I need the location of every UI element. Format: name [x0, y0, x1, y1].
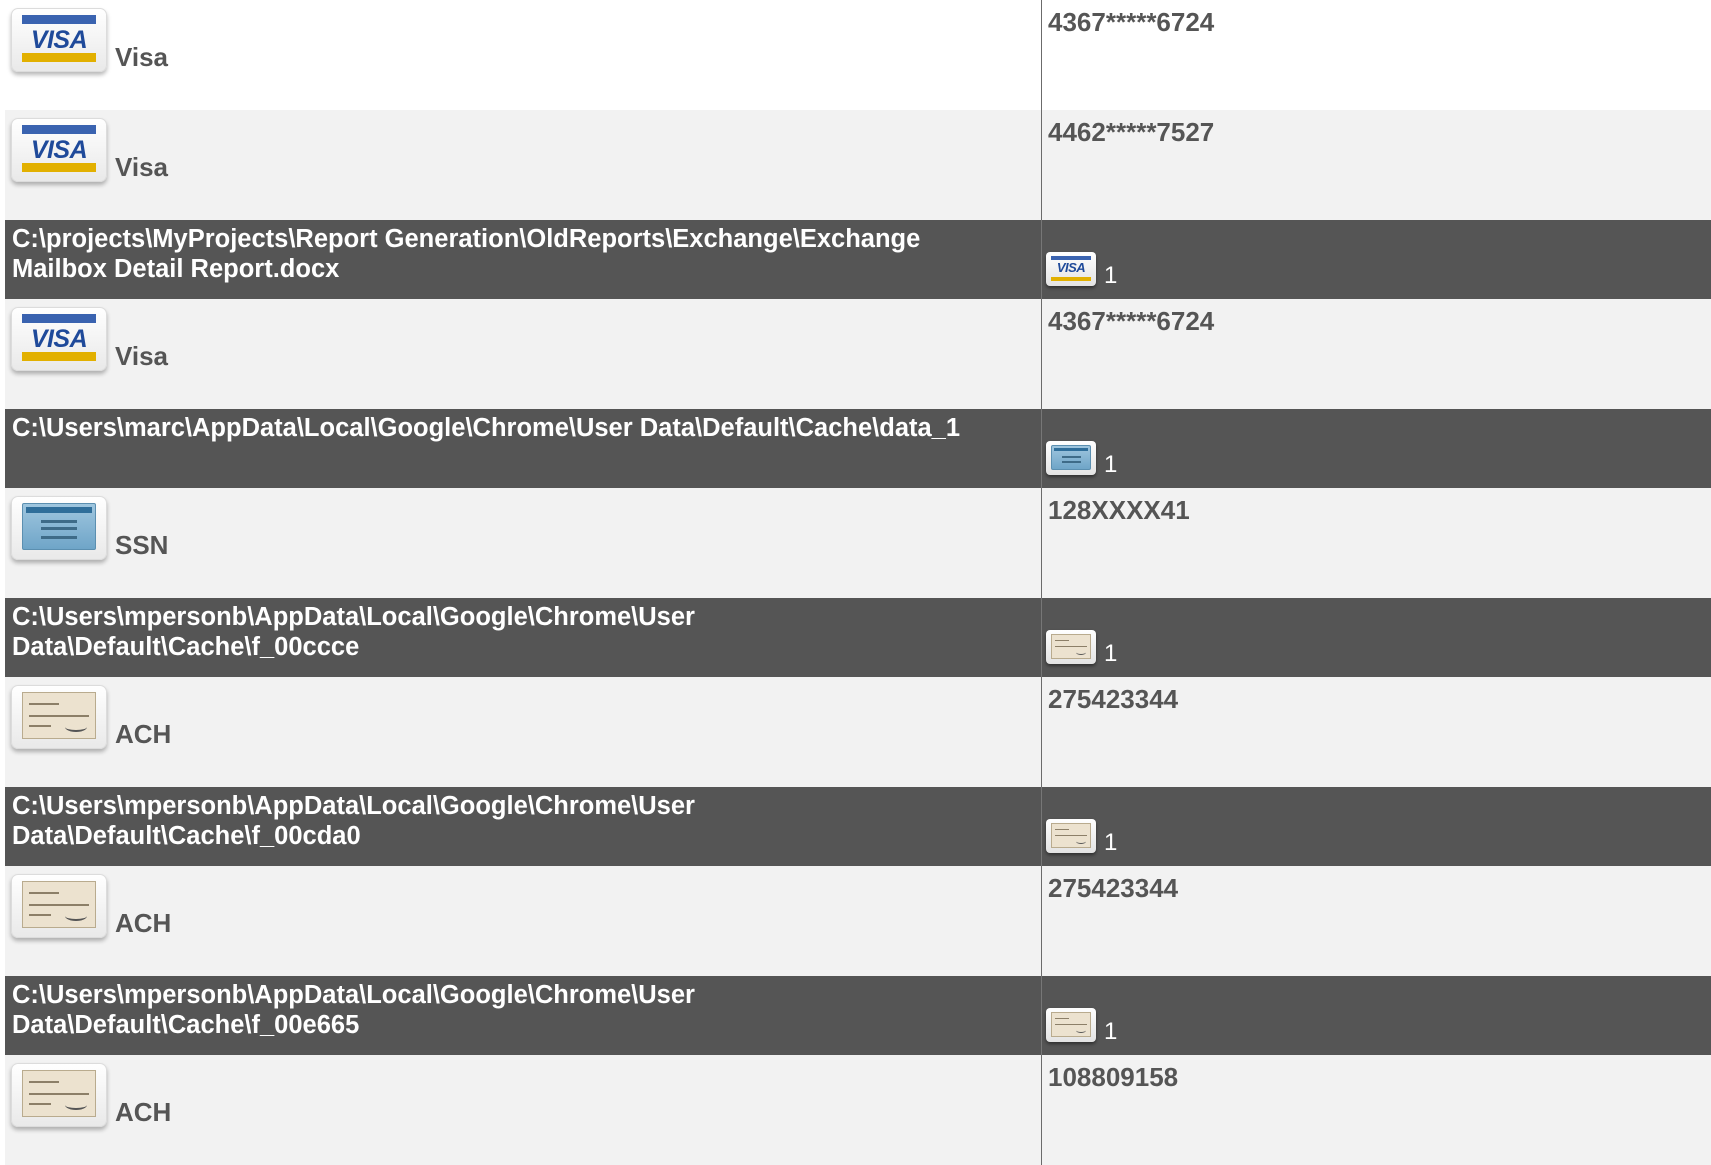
column-divider	[1041, 409, 1042, 488]
column-divider	[1041, 1055, 1042, 1165]
item-row: SSN 128XXXX41	[5, 488, 1711, 598]
item-row: ACH 275423344	[5, 866, 1711, 976]
item-type-label: SSN	[115, 530, 169, 560]
column-divider	[1041, 299, 1042, 409]
visa-card-icon: VISA	[11, 307, 107, 371]
item-value: 4367*****6724	[1048, 306, 1215, 336]
file-row[interactable]: C:\Users\mpersonb\AppData\Local\Google\C…	[5, 598, 1711, 677]
column-divider	[1041, 598, 1042, 677]
check-icon	[11, 874, 107, 938]
check-icon	[1046, 1008, 1096, 1042]
item-value: 128XXXX41	[1048, 495, 1190, 525]
item-type-label: ACH	[115, 719, 172, 749]
visa-card-icon: VISA	[11, 118, 107, 182]
file-path: C:\Users\marc\AppData\Local\Google\Chrom…	[12, 414, 961, 442]
visa-card-icon: VISA	[11, 8, 107, 72]
item-value: 4462*****7527	[1048, 117, 1215, 147]
item-row: VISA Visa 4367*****6724	[5, 299, 1711, 409]
item-value: 4367*****6724	[1048, 7, 1215, 37]
item-type-label: Visa	[115, 42, 169, 72]
file-path: C:\Users\mpersonb\AppData\Local\Google\C…	[12, 603, 695, 661]
check-icon	[1046, 630, 1096, 664]
file-path: C:\projects\MyProjects\Report Generation…	[12, 225, 921, 283]
column-divider	[1041, 677, 1042, 787]
item-value: 275423344	[1048, 684, 1179, 714]
ssn-card-icon	[11, 496, 107, 560]
file-path: C:\Users\mpersonb\AppData\Local\Google\C…	[12, 792, 695, 850]
report-table: VISA Visa 4367*****6724 VISA Visa 4462**…	[5, 0, 1711, 1165]
item-row: VISA Visa 4367*****6724	[5, 0, 1711, 110]
item-row: VISA Visa 4462*****7527	[5, 110, 1711, 220]
item-type-label: Visa	[115, 152, 169, 182]
item-value: 108809158	[1048, 1062, 1179, 1092]
match-count: 1	[1104, 829, 1118, 856]
ssn-card-icon	[1046, 441, 1096, 475]
column-divider	[1041, 110, 1042, 220]
column-divider	[1041, 976, 1042, 1055]
file-path: C:\Users\mpersonb\AppData\Local\Google\C…	[12, 981, 695, 1039]
item-type-label: ACH	[115, 908, 172, 938]
match-count: 1	[1104, 262, 1118, 289]
item-type-label: Visa	[115, 341, 169, 371]
column-divider	[1041, 220, 1042, 299]
file-row[interactable]: C:\Users\mpersonb\AppData\Local\Google\C…	[5, 976, 1711, 1055]
check-icon	[1046, 819, 1096, 853]
file-row[interactable]: C:\projects\MyProjects\Report Generation…	[5, 220, 1711, 299]
file-row[interactable]: C:\Users\marc\AppData\Local\Google\Chrom…	[5, 409, 1711, 488]
item-row: ACH 275423344	[5, 677, 1711, 787]
column-divider	[1041, 866, 1042, 976]
check-icon	[11, 685, 107, 749]
match-count: 1	[1104, 1018, 1118, 1045]
column-divider	[1041, 488, 1042, 598]
visa-card-icon: VISA	[1046, 252, 1096, 286]
item-row: ACH 108809158	[5, 1055, 1711, 1165]
check-icon	[11, 1063, 107, 1127]
item-type-label: ACH	[115, 1097, 172, 1127]
item-value: 275423344	[1048, 873, 1179, 903]
file-row[interactable]: C:\Users\mpersonb\AppData\Local\Google\C…	[5, 787, 1711, 866]
column-divider	[1041, 787, 1042, 866]
match-count: 1	[1104, 640, 1118, 667]
column-divider	[1041, 0, 1042, 110]
match-count: 1	[1104, 451, 1118, 478]
